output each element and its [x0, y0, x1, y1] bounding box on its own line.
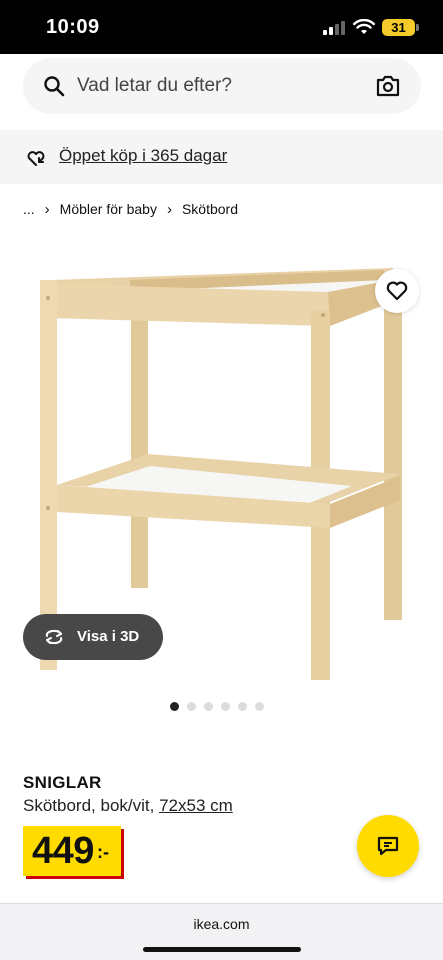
- status-time: 10:09: [46, 16, 100, 38]
- chat-button[interactable]: [357, 815, 419, 877]
- gallery-dot[interactable]: [221, 702, 230, 711]
- cellular-signal-icon: [323, 21, 345, 35]
- open-purchase-link[interactable]: Öppet köp i 365 dagar: [59, 146, 227, 166]
- battery-icon: 31: [382, 19, 415, 36]
- return-arrows-icon: [27, 151, 45, 166]
- chevron-right-icon: ›: [44, 200, 50, 218]
- gallery-dot[interactable]: [187, 702, 196, 711]
- cut-off-text: [23, 895, 143, 903]
- gallery-dot[interactable]: [238, 702, 247, 711]
- open-purchase-banner[interactable]: Öppet köp i 365 dagar: [0, 130, 443, 184]
- camera-icon[interactable]: [375, 74, 401, 98]
- product-dimensions-link[interactable]: 72x53 cm: [159, 796, 233, 815]
- gallery-dot[interactable]: [170, 702, 179, 711]
- gallery-dot[interactable]: [255, 702, 264, 711]
- rotate-3d-icon: [45, 629, 63, 645]
- price-integer: 449: [32, 830, 94, 872]
- status-bar: 10:09 31: [0, 0, 443, 54]
- search-icon[interactable]: [43, 75, 65, 97]
- home-indicator[interactable]: [143, 947, 301, 952]
- chevron-right-icon: ›: [166, 200, 172, 218]
- product-page: 10:09 31 Vad letar du efter? Öppet köp i…: [0, 0, 443, 960]
- product-description: Skötbord, bok/vit, 72x53 cm: [23, 796, 233, 816]
- breadcrumb-changing-table[interactable]: Skötbord: [182, 201, 238, 217]
- price-decimal: :-: [97, 842, 109, 862]
- search-input[interactable]: [77, 58, 357, 114]
- product-name: SNIGLAR: [23, 773, 102, 792]
- url-text[interactable]: ikea.com: [0, 916, 443, 932]
- view-in-3d-button[interactable]: Visa i 3D: [23, 614, 163, 660]
- product-type: Skötbord, bok/vit,: [23, 796, 160, 815]
- favorite-button[interactable]: [375, 269, 419, 313]
- view-in-3d-label: Visa i 3D: [77, 628, 140, 645]
- search-box[interactable]: [23, 58, 421, 114]
- wifi-icon: [353, 19, 375, 34]
- breadcrumb-ellipsis[interactable]: ...: [23, 201, 35, 217]
- price-tag: 449 :-: [23, 826, 121, 876]
- battery-tip: [416, 24, 419, 31]
- search-bar: [0, 54, 443, 130]
- browser-address-bar[interactable]: ikea.com: [0, 903, 443, 960]
- breadcrumb: ... › Möbler för baby › Skötbord: [23, 200, 238, 218]
- gallery-dot[interactable]: [204, 702, 213, 711]
- breadcrumb-baby-furniture[interactable]: Möbler för baby: [60, 201, 157, 217]
- chat-icon: [377, 836, 399, 856]
- gallery-pagination: [170, 702, 264, 711]
- heart-icon: [386, 281, 408, 301]
